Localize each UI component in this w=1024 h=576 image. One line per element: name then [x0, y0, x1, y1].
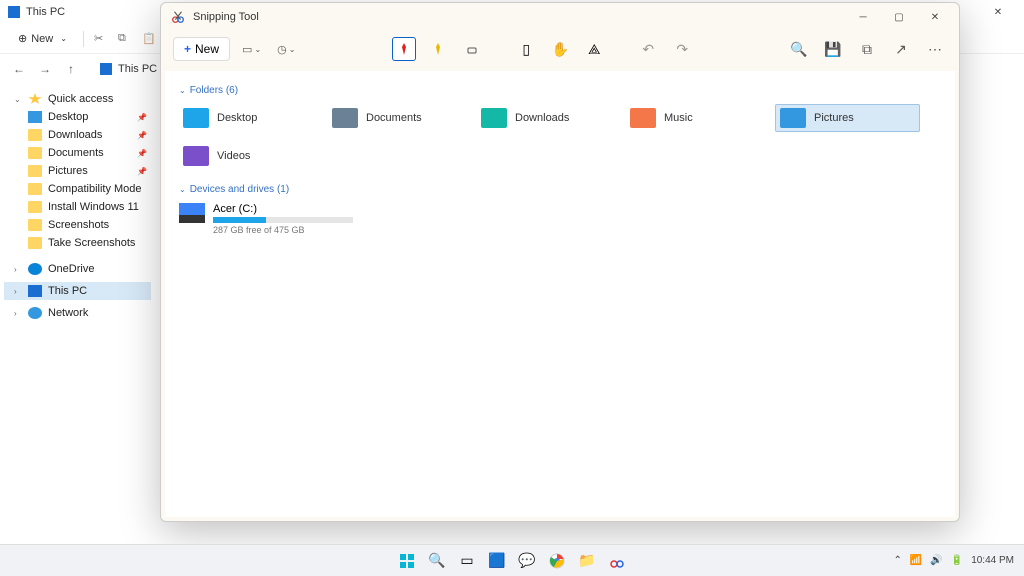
clock[interactable]: 10:44 PM — [971, 555, 1014, 566]
share-button[interactable]: ↗ — [889, 37, 913, 61]
task-view-button[interactable]: ▭ — [456, 550, 478, 572]
explorer-title: This PC — [26, 6, 65, 18]
close-button[interactable]: ✕ — [980, 0, 1016, 24]
chrome-icon[interactable] — [546, 550, 568, 572]
sidebar-quick-access[interactable]: ⌄Quick access — [4, 90, 151, 108]
snip-titlebar: Snipping Tool ─ ▢ ✕ — [161, 3, 959, 31]
sidebar-item-documents[interactable]: Documents📌 — [4, 144, 151, 162]
cut-icon[interactable]: ✂ — [94, 32, 108, 46]
snipping-tool-window: Snipping Tool ─ ▢ ✕ +New ▭⌄ ◷⌄ ▯ ✋ ⟁ ↶ ↷… — [160, 2, 960, 522]
drive-usage-bar — [213, 217, 353, 223]
snip-minimize-button[interactable]: ─ — [845, 5, 881, 29]
sidebar-item-take-screenshots[interactable]: Take Screenshots — [4, 234, 151, 252]
ruler-tool[interactable]: ▯ — [514, 37, 538, 61]
drive-icon — [179, 203, 205, 223]
paste-icon[interactable]: 📋 — [142, 32, 156, 46]
canvas-devices-header: Devices and drives (1) — [179, 180, 941, 199]
folder-documents[interactable]: Documents — [328, 104, 473, 132]
snipping-tool-icon — [171, 10, 185, 24]
folder-pictures[interactable]: Pictures — [775, 104, 920, 132]
drive-c[interactable]: Acer (C:) 287 GB free of 475 GB — [179, 203, 941, 235]
up-button[interactable]: ↑ — [64, 62, 78, 76]
copy-icon[interactable]: ⧉ — [118, 32, 132, 46]
this-pc-icon — [8, 6, 20, 18]
sidebar-item-screenshots[interactable]: Screenshots — [4, 216, 151, 234]
undo-button[interactable]: ↶ — [636, 37, 660, 61]
folder-videos[interactable]: Videos — [179, 142, 324, 170]
folder-downloads[interactable]: Downloads — [477, 104, 622, 132]
battery-icon[interactable]: 🔋 — [951, 555, 963, 566]
touch-tool[interactable]: ✋ — [548, 37, 572, 61]
tray-chevron-icon[interactable]: ⌃ — [893, 555, 901, 566]
volume-icon[interactable]: 🔊 — [930, 555, 942, 566]
drive-name: Acer (C:) — [213, 203, 353, 215]
snip-edit-tools: ▯ ✋ ⟁ ↶ ↷ — [392, 37, 694, 61]
address-text: This PC — [118, 63, 157, 75]
sidebar-network[interactable]: ›Network — [4, 304, 151, 322]
zoom-button[interactable]: 🔍 — [787, 37, 811, 61]
snip-new-button[interactable]: +New — [173, 37, 230, 61]
eraser-tool[interactable] — [460, 37, 484, 61]
snip-canvas: Folders (6) Desktop Documents Downloads … — [165, 71, 955, 517]
forward-button[interactable]: → — [38, 62, 52, 76]
sidebar-onedrive[interactable]: ›OneDrive — [4, 260, 151, 278]
save-button[interactable]: 💾 — [821, 37, 845, 61]
explorer-sidebar: ⌄Quick access Desktop📌 Downloads📌 Docume… — [0, 84, 155, 576]
explorer-taskbar-icon[interactable]: 📁 — [576, 550, 598, 572]
snip-title: Snipping Tool — [193, 11, 259, 23]
new-button[interactable]: ⊕New⌄ — [12, 30, 73, 47]
widgets-button[interactable]: 🟦 — [486, 550, 508, 572]
sidebar-item-compat[interactable]: Compatibility Mode — [4, 180, 151, 198]
chat-button[interactable]: 💬 — [516, 550, 538, 572]
back-button[interactable]: ← — [12, 62, 26, 76]
sidebar-item-pictures[interactable]: Pictures📌 — [4, 162, 151, 180]
canvas-folders-header: Folders (6) — [179, 81, 941, 100]
sidebar-item-desktop[interactable]: Desktop📌 — [4, 108, 151, 126]
snip-mode-dropdown[interactable]: ▭⌄ — [238, 39, 265, 60]
pen-yellow-tool[interactable] — [426, 37, 450, 61]
crop-tool[interactable]: ⟁ — [582, 37, 606, 61]
redo-button[interactable]: ↷ — [670, 37, 694, 61]
more-button[interactable]: ⋯ — [923, 37, 947, 61]
folder-desktop[interactable]: Desktop — [179, 104, 324, 132]
address-bar[interactable]: This PC — [100, 63, 157, 75]
snipping-taskbar-icon[interactable] — [606, 550, 628, 572]
taskbar: 🔍 ▭ 🟦 💬 📁 ⌃ 📶 🔊 🔋 10:44 PM — [0, 544, 1024, 576]
pen-red-tool[interactable] — [392, 37, 416, 61]
pc-icon — [100, 63, 112, 75]
snip-delay-dropdown[interactable]: ◷⌄ — [273, 39, 299, 60]
snip-maximize-button[interactable]: ▢ — [881, 5, 917, 29]
sidebar-this-pc[interactable]: ›This PC — [4, 282, 151, 300]
start-button[interactable] — [396, 550, 418, 572]
drive-free-text: 287 GB free of 475 GB — [213, 225, 353, 235]
wifi-icon[interactable]: 📶 — [910, 555, 922, 566]
sidebar-item-downloads[interactable]: Downloads📌 — [4, 126, 151, 144]
snip-toolbar: +New ▭⌄ ◷⌄ ▯ ✋ ⟁ ↶ ↷ 🔍 💾 ⧉ ↗ ⋯ — [161, 31, 959, 67]
snip-close-button[interactable]: ✕ — [917, 5, 953, 29]
folder-music[interactable]: Music — [626, 104, 771, 132]
copy-button[interactable]: ⧉ — [855, 37, 879, 61]
search-button[interactable]: 🔍 — [426, 550, 448, 572]
sidebar-item-install[interactable]: Install Windows 11 — [4, 198, 151, 216]
